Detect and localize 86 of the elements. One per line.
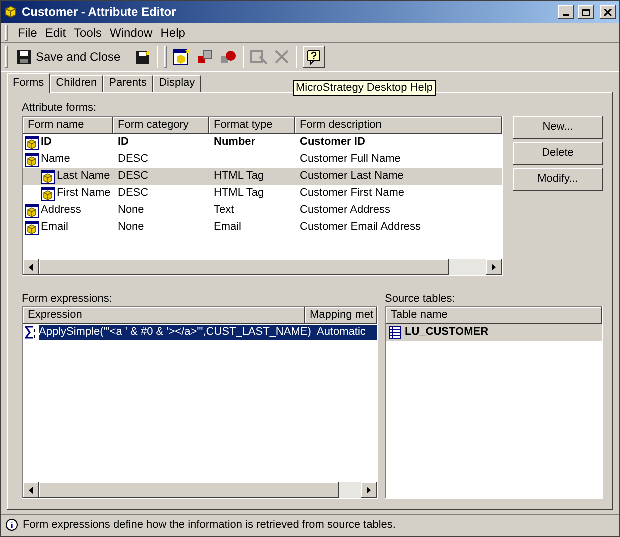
- table-row[interactable]: Last Name DESC HTML Tag Customer Last Name: [23, 168, 502, 185]
- table-cell-text: None: [118, 203, 144, 218]
- cube-icon: [4, 5, 18, 19]
- tab[interactable]: Children: [50, 75, 104, 92]
- column-header[interactable]: Format type: [209, 117, 295, 134]
- menu-item[interactable]: Tools: [70, 24, 106, 42]
- cube-icon: [25, 136, 39, 150]
- column-header[interactable]: Form category: [113, 117, 209, 134]
- table-cell-text: HTML Tag: [214, 186, 264, 202]
- menu-item[interactable]: Help: [156, 24, 190, 42]
- dialog-button[interactable]: New...: [513, 116, 603, 139]
- table-cell-text: Automatic: [316, 325, 367, 340]
- table-row[interactable]: First Name DESC HTML Tag Customer First Name: [23, 185, 502, 202]
- table-row[interactable]: ID ID Number Customer ID: [23, 134, 502, 151]
- table-cell-text: DESC: [118, 169, 149, 184]
- table-cell-text: LU_CUSTOMER: [405, 325, 489, 340]
- cube-icon: [41, 186, 55, 200]
- table-cell-text: ApplySimple("'<a ' & #0 & '></a>'",CUST_LAST_NAME): [39, 325, 312, 340]
- table-icon: [389, 326, 401, 339]
- horizontal-scrollbar[interactable]: [23, 482, 377, 498]
- table-cell-text: ID: [41, 135, 52, 150]
- sigma-icon: [25, 326, 37, 339]
- table-row[interactable]: Name DESC Customer Full Name: [23, 151, 502, 168]
- table-cell-text: Customer Last Name: [300, 169, 404, 184]
- tab[interactable]: Forms: [7, 73, 50, 93]
- table-cell-text: Customer ID: [300, 135, 366, 150]
- tooltip: MicroStrategy Desktop Help: [293, 80, 436, 96]
- table-row[interactable]: LU_CUSTOMER: [386, 324, 602, 341]
- right-arrow-icon: [367, 486, 371, 494]
- table-cell-text: First Name: [57, 186, 111, 202]
- horizontal-scrollbar[interactable]: [23, 259, 502, 275]
- status-text: Form expressions define how the information is retrieved from source tables.: [23, 518, 396, 534]
- tab[interactable]: Parents: [103, 75, 154, 92]
- cube-icon: [25, 152, 39, 166]
- cube-icon: [41, 170, 55, 184]
- menu-item[interactable]: Edit: [41, 24, 70, 42]
- table-cell-text: Customer Address: [300, 203, 390, 218]
- save-and-close-button[interactable]: Save and Close: [14, 45, 123, 69]
- new-form-icon[interactable]: [172, 48, 191, 66]
- left-arrow-icon: [29, 486, 33, 494]
- menu-item[interactable]: Window: [106, 24, 157, 42]
- table-cell-text: DESC: [118, 186, 149, 202]
- info-icon: [5, 518, 19, 532]
- table-cell-text: Customer First Name: [300, 186, 405, 202]
- table-cell-text: Customer Full Name: [300, 152, 401, 168]
- table-row[interactable]: Address None Text Customer Address: [23, 202, 502, 219]
- table-cell-text: HTML Tag: [214, 169, 264, 184]
- dialog-button[interactable]: Delete: [513, 142, 603, 165]
- table-row[interactable]: ApplySimple("'<a ' & #0 & '></a>'",CUST_LAST_NAME) Automatic: [39, 325, 377, 340]
- table-cell-text: Address: [41, 203, 82, 218]
- section-label: Source tables:: [385, 292, 456, 306]
- edit-icon: [250, 49, 268, 65]
- delete-icon: [274, 49, 290, 65]
- window-title: Customer - Attribute Editor: [22, 4, 176, 21]
- section-label: Attribute forms:: [22, 101, 98, 115]
- table-cell-text: Last Name: [57, 169, 110, 184]
- maximize-button[interactable]: [578, 5, 594, 19]
- table-cell-text: Text: [214, 203, 234, 218]
- help-button[interactable]: [302, 46, 325, 68]
- table-cell-text: ID: [118, 135, 129, 150]
- table-cell-text: Email: [214, 220, 242, 236]
- dialog-button[interactable]: Modify...: [513, 168, 603, 191]
- maximize-icon: [582, 8, 590, 16]
- table-cell-text: Email: [41, 220, 69, 236]
- table-cell-text: Customer Email Address: [300, 220, 422, 236]
- table-row[interactable]: Email None Email Customer Email Address: [23, 219, 502, 236]
- column-header[interactable]: Expression: [23, 307, 305, 324]
- close-icon: [604, 8, 612, 16]
- left-arrow-icon: [29, 264, 33, 270]
- cube-icon: [25, 220, 39, 234]
- table-cell-text: DESC: [118, 152, 149, 168]
- close-button[interactable]: [600, 5, 616, 19]
- minimize-button[interactable]: [558, 5, 574, 19]
- tab[interactable]: Display: [153, 75, 202, 92]
- column-header[interactable]: Mapping met: [305, 307, 377, 324]
- help-icon: [306, 50, 321, 64]
- table-cell-text: Number: [214, 135, 256, 150]
- column-header[interactable]: Form name: [23, 117, 113, 134]
- cube-icon: [25, 204, 39, 218]
- right-arrow-icon: [492, 264, 496, 270]
- table-cell-text: Name: [41, 152, 70, 168]
- column-header[interactable]: Form description: [295, 117, 502, 134]
- section-label: Form expressions:: [22, 292, 114, 306]
- column-header[interactable]: Table name: [386, 307, 602, 324]
- table-cell-text: None: [118, 220, 144, 236]
- menu-item[interactable]: File: [14, 24, 42, 42]
